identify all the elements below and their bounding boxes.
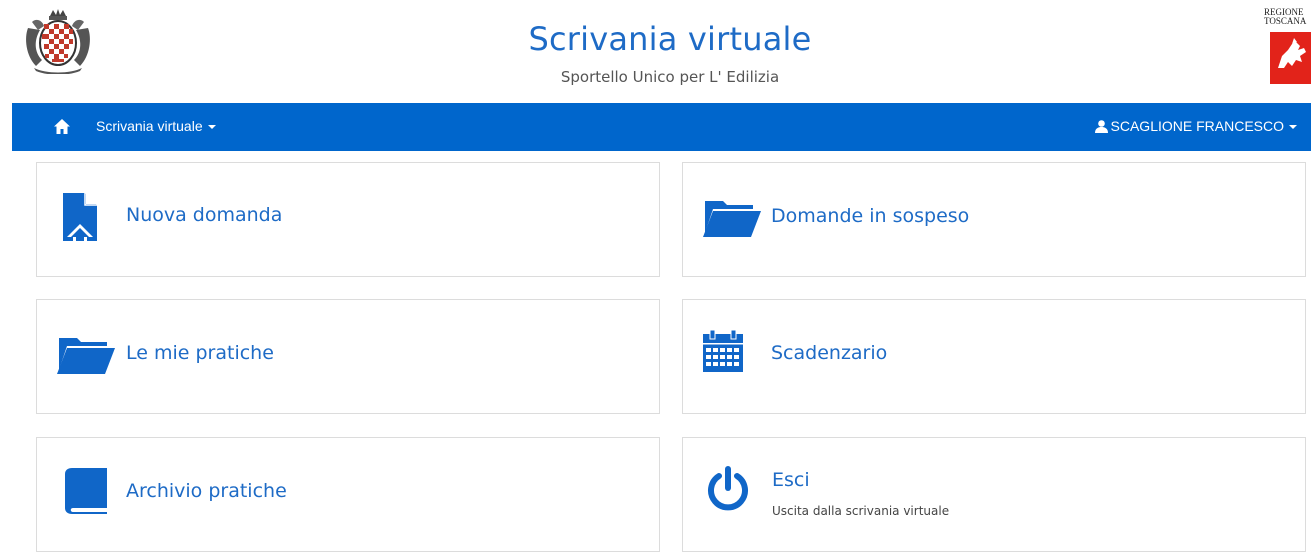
card-archivio-pratiche[interactable]: Archivio pratiche bbox=[36, 437, 660, 552]
power-icon bbox=[706, 466, 750, 517]
card-le-mie-pratiche[interactable]: Le mie pratiche bbox=[36, 299, 660, 414]
folder-open-icon bbox=[57, 334, 115, 379]
regione-toscana-logo: REGIONE TOSCANA bbox=[1262, 4, 1311, 84]
scrivania-virtuale-dropdown[interactable]: Scrivania virtuale bbox=[96, 118, 216, 134]
file-upload-icon bbox=[63, 193, 97, 246]
card-label: Domande in sospeso bbox=[771, 205, 970, 227]
regione-logo-line2: TOSCANA bbox=[1264, 16, 1307, 26]
page-subtitle: Sportello Unico per L' Edilizia bbox=[560, 68, 780, 86]
user-menu-dropdown[interactable]: SCAGLIONE FRANCESCO bbox=[1094, 118, 1297, 136]
calendar-icon bbox=[703, 329, 743, 377]
page-header: Scrivania virtuale Sportello Unico per L… bbox=[0, 0, 1311, 103]
book-icon bbox=[65, 468, 107, 519]
card-label: Esci bbox=[772, 469, 810, 491]
card-label: Scadenzario bbox=[771, 342, 888, 364]
card-domande-in-sospeso[interactable]: Domande in sospeso bbox=[682, 162, 1306, 277]
scrivania-virtuale-dropdown-label: Scrivania virtuale bbox=[96, 118, 203, 134]
card-label: Archivio pratiche bbox=[126, 480, 287, 502]
card-nuova-domanda[interactable]: Nuova domanda bbox=[36, 162, 660, 277]
card-esci[interactable]: Esci Uscita dalla scrivania virtuale bbox=[682, 437, 1306, 552]
card-scadenzario[interactable]: Scadenzario bbox=[682, 299, 1306, 414]
caret-down-icon bbox=[1289, 125, 1297, 130]
card-description: Uscita dalla scrivania virtuale bbox=[772, 504, 950, 518]
user-name-label: SCAGLIONE FRANCESCO bbox=[1110, 118, 1284, 134]
folder-open-icon bbox=[703, 197, 761, 242]
home-icon[interactable] bbox=[54, 119, 70, 134]
caret-down-icon bbox=[207, 125, 216, 130]
main-navbar: Scrivania virtuale SCAGLIONE FRANCESCO bbox=[12, 103, 1311, 151]
page-title: Scrivania virtuale bbox=[528, 20, 812, 58]
user-icon bbox=[1094, 120, 1108, 136]
card-label: Le mie pratiche bbox=[126, 342, 274, 364]
card-label: Nuova domanda bbox=[126, 204, 283, 226]
